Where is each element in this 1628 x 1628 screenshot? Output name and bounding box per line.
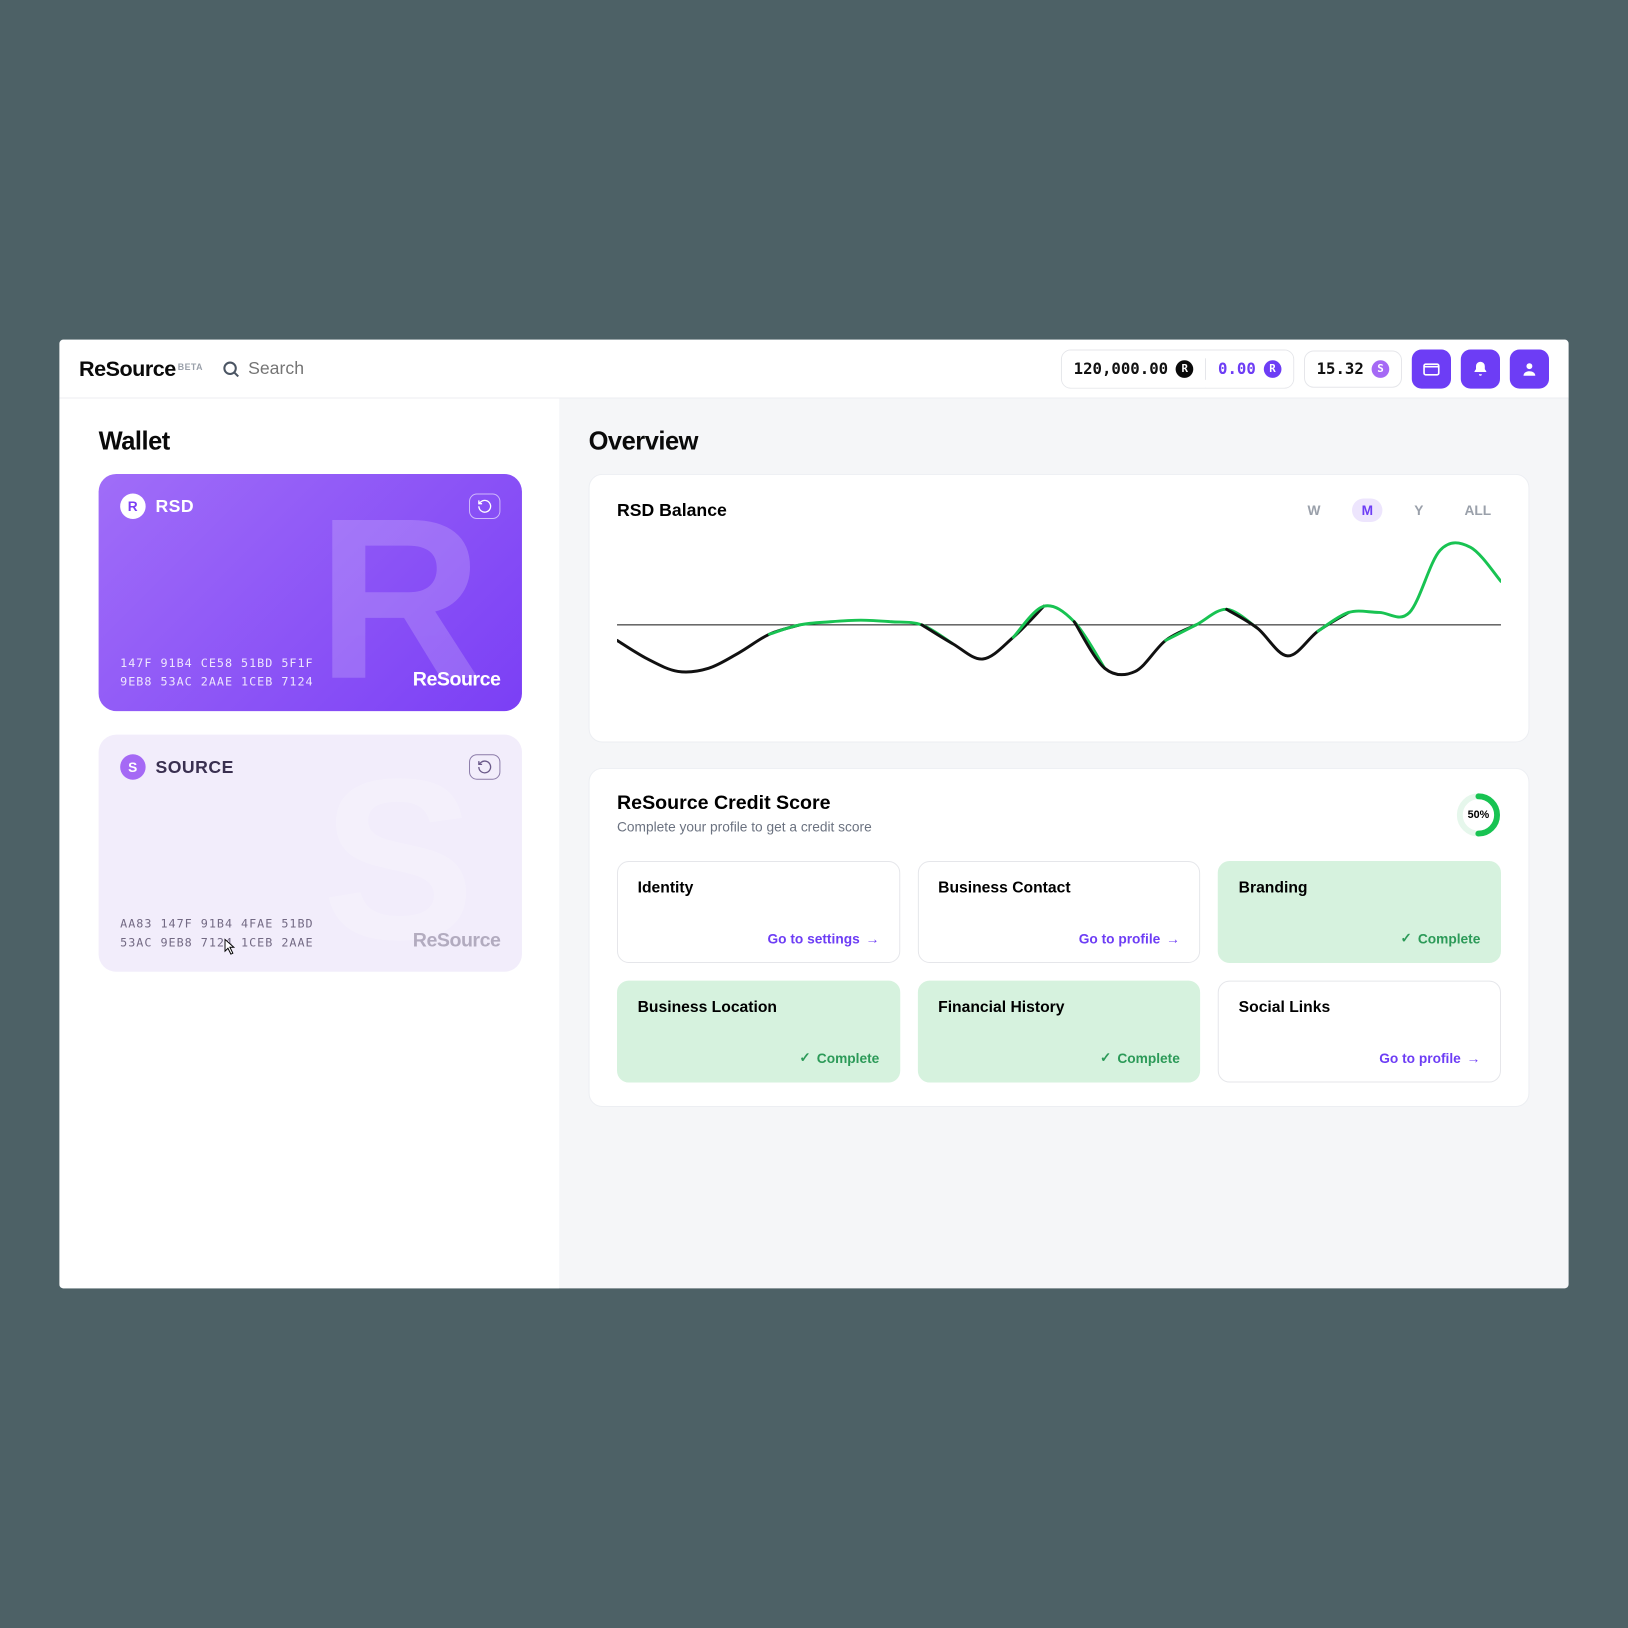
card-history-button[interactable]: [469, 494, 500, 519]
token-badge-purple-icon: R: [1264, 360, 1282, 378]
wallet-button[interactable]: [1412, 349, 1451, 388]
credit-tile: Business Location ✓Complete: [617, 981, 900, 1083]
header-right: 120,000.00 R 0.00 R 15.32 S: [1061, 349, 1549, 388]
balance-primary[interactable]: 120,000.00 R: [1062, 350, 1205, 387]
credit-score-panel: ReSource Credit Score Complete your prof…: [589, 768, 1530, 1107]
bell-icon: [1472, 360, 1490, 378]
card-brand: ReSource: [413, 669, 501, 692]
search-input[interactable]: [248, 358, 424, 379]
header-bar: ReSource BETA 120,000.00 R 0.00 R 15.32: [59, 340, 1568, 399]
card-brand: ReSource: [413, 930, 501, 953]
arrow-right-icon: →: [1467, 1050, 1481, 1066]
wallet-card-rsd[interactable]: R R RSD 147F 91B4 CE58 51BD 5F1F 9EB8 53…: [99, 474, 522, 711]
main: Overview RSD Balance W M Y ALL: [559, 398, 1568, 1288]
card-history-button[interactable]: [469, 754, 500, 779]
balance-source[interactable]: 15.32 S: [1304, 350, 1402, 387]
arrow-right-icon: →: [866, 931, 880, 947]
wallet-card-source[interactable]: S S SOURCE AA83 147F 91B4 4FAE 51BD 53AC…: [99, 735, 522, 972]
body: Wallet R R RSD 147F 91B4 CE58 51BD 5F1F: [59, 398, 1568, 1288]
token-circle-icon: S: [120, 754, 145, 779]
sidebar-title: Wallet: [99, 426, 532, 456]
app-window: ReSource BETA 120,000.00 R 0.00 R 15.32: [59, 340, 1568, 1289]
balance-secondary[interactable]: 0.00 R: [1206, 350, 1293, 387]
wallet-icon: [1422, 359, 1442, 379]
brand: ReSource BETA: [79, 356, 203, 381]
credit-tile: Social Links Go to profile→: [1218, 981, 1501, 1083]
card-token: R RSD: [120, 494, 194, 519]
balance-chart: [617, 532, 1501, 718]
credit-subtitle: Complete your profile to get a credit sc…: [617, 819, 872, 835]
arrow-right-icon: →: [1166, 931, 1180, 947]
token-badge-rsd-icon: R: [1176, 360, 1194, 378]
history-icon: [477, 498, 493, 514]
beta-badge: BETA: [178, 362, 203, 372]
credit-tile: Business Contact Go to profile→: [918, 861, 1201, 963]
notifications-button[interactable]: [1461, 349, 1500, 388]
period-y[interactable]: Y: [1404, 498, 1433, 522]
balance-panel: RSD Balance W M Y ALL: [589, 474, 1530, 743]
progress-label: 50%: [1456, 792, 1501, 837]
credit-tile: Financial History ✓Complete: [918, 981, 1201, 1083]
check-icon: ✓: [799, 1049, 810, 1066]
check-icon: ✓: [1400, 930, 1411, 947]
credit-title: ReSource Credit Score: [617, 792, 872, 815]
tile-complete-label: ✓Complete: [1239, 930, 1481, 947]
credit-tile: Identity Go to settings→: [617, 861, 900, 963]
search-icon: [221, 359, 241, 379]
card-token: S SOURCE: [120, 754, 234, 779]
tile-title: Financial History: [938, 999, 1180, 1017]
credit-tiles: Identity Go to settings→ Business Contact G…: [617, 861, 1501, 1082]
token-badge-source-icon: S: [1372, 360, 1390, 378]
period-tabs: W M Y ALL: [1298, 498, 1501, 522]
user-icon: [1521, 360, 1539, 378]
check-icon: ✓: [1100, 1049, 1111, 1066]
brand-name: ReSource: [79, 356, 176, 381]
card-hash: 147F 91B4 CE58 51BD 5F1F 9EB8 53AC 2AAE …: [120, 654, 313, 692]
tile-title: Social Links: [1239, 999, 1481, 1017]
balance-title: RSD Balance: [617, 500, 727, 521]
tile-action-link[interactable]: Go to profile→: [938, 931, 1180, 947]
tile-action-link[interactable]: Go to settings→: [638, 931, 880, 947]
tile-title: Identity: [638, 880, 880, 898]
progress-ring: 50%: [1456, 792, 1501, 837]
credit-tile: Branding ✓Complete: [1218, 861, 1501, 963]
card-hash: AA83 147F 91B4 4FAE 51BD 53AC 9EB8 7124 …: [120, 915, 313, 953]
tile-title: Business Location: [638, 999, 880, 1017]
tile-complete-label: ✓Complete: [638, 1049, 880, 1066]
period-m[interactable]: M: [1352, 498, 1383, 522]
tile-complete-label: ✓Complete: [938, 1049, 1180, 1066]
tile-action-link[interactable]: Go to profile→: [1239, 1050, 1481, 1066]
tile-title: Business Contact: [938, 880, 1180, 898]
page-title: Overview: [589, 426, 1530, 456]
profile-button[interactable]: [1510, 349, 1549, 388]
tile-title: Branding: [1239, 880, 1481, 898]
period-w[interactable]: W: [1298, 498, 1331, 522]
token-circle-icon: R: [120, 494, 145, 519]
sidebar: Wallet R R RSD 147F 91B4 CE58 51BD 5F1F: [59, 398, 559, 1288]
period-all[interactable]: ALL: [1455, 498, 1501, 522]
history-icon: [477, 759, 493, 775]
search[interactable]: [221, 358, 425, 379]
balance-group: 120,000.00 R 0.00 R: [1061, 349, 1294, 388]
